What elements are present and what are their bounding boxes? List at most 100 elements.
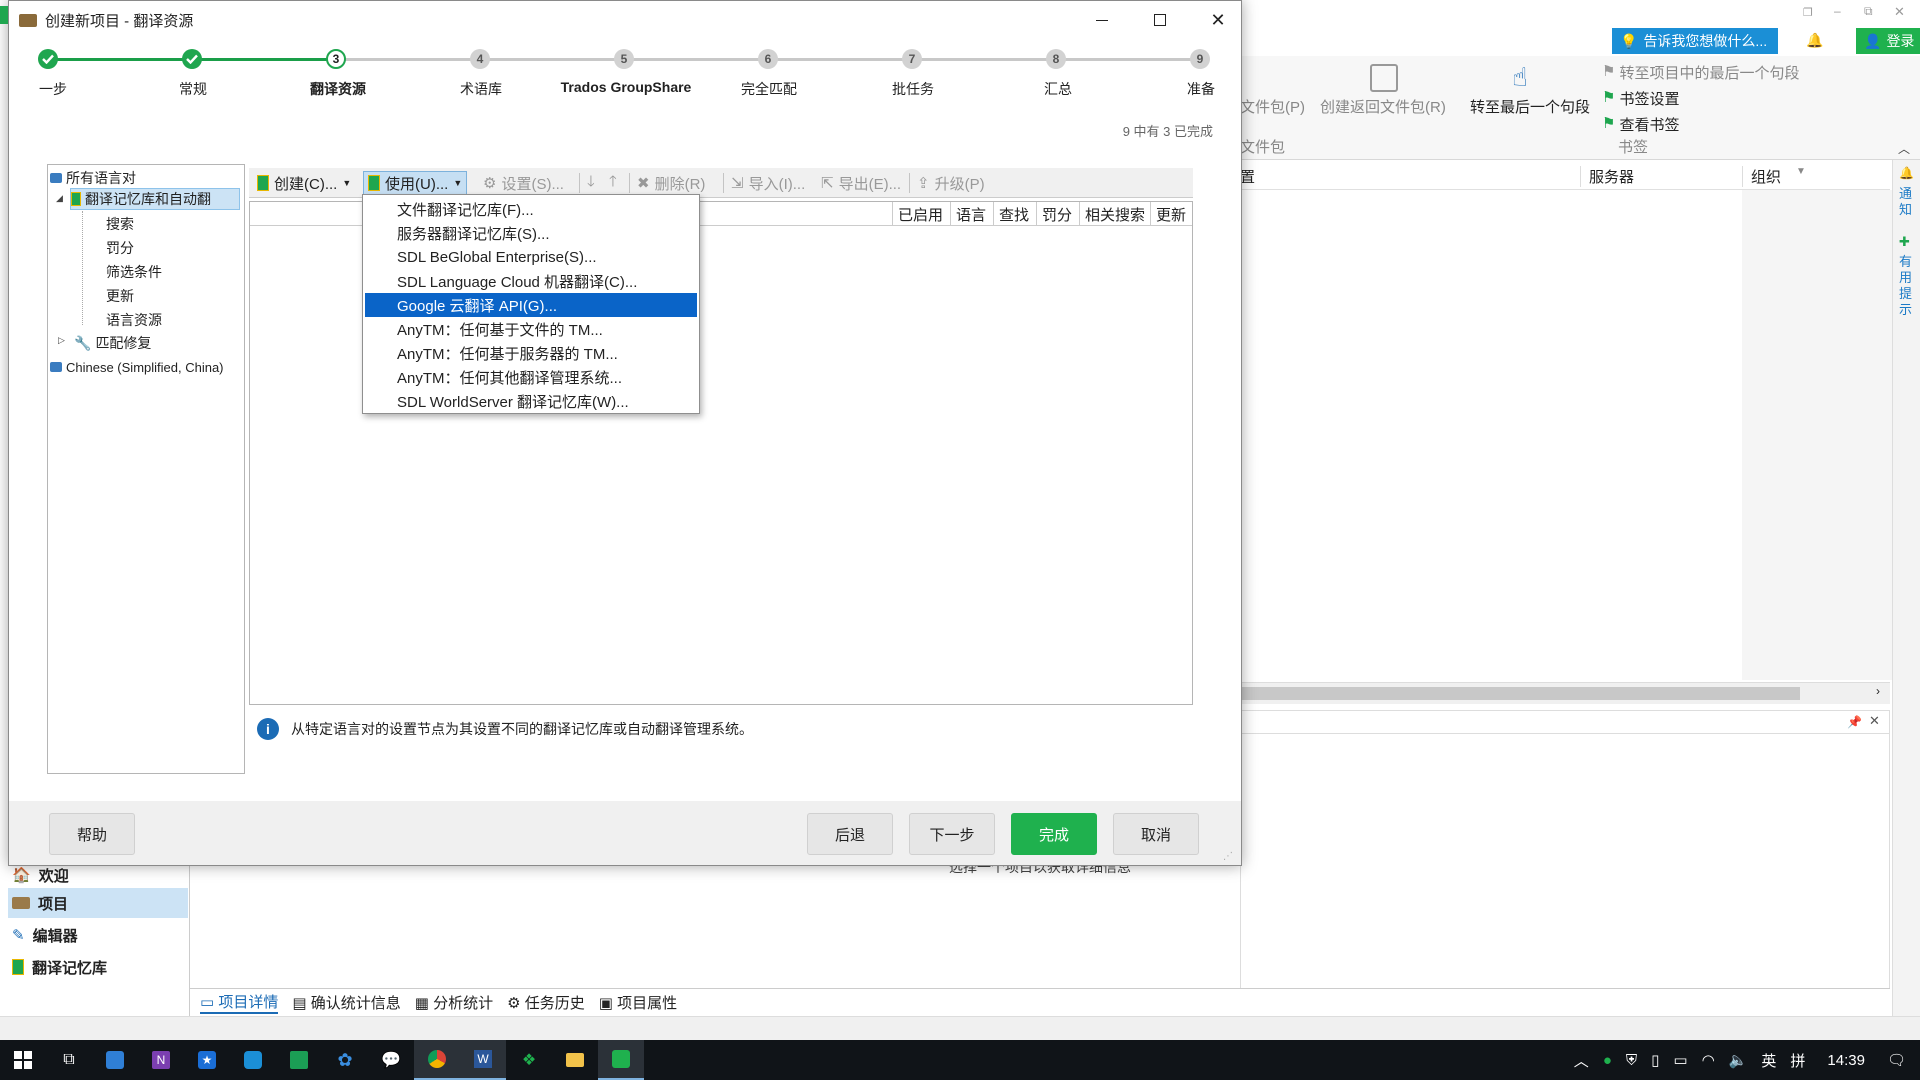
taskbar-chrome[interactable] xyxy=(414,1040,460,1080)
tell-me-search[interactable]: 💡 告诉我您想做什么... xyxy=(1612,28,1778,54)
col-enabled[interactable]: 已启用 xyxy=(892,202,948,226)
tree-all-language-pairs[interactable]: 所有语言对 xyxy=(50,167,136,189)
task-view-button[interactable]: ⧉ xyxy=(46,1040,92,1080)
taskbar-onenote[interactable]: N xyxy=(138,1040,184,1080)
import-button[interactable]: ⇲ 导入(I)... xyxy=(727,171,809,195)
menu-file-tm[interactable]: 文件翻译记忆库(F)... xyxy=(365,197,697,221)
taskbar-app-1[interactable] xyxy=(92,1040,138,1080)
menu-worldserver[interactable]: SDL WorldServer 翻译记忆库(W)... xyxy=(365,389,697,413)
bell-icon[interactable]: 🔔 xyxy=(1806,32,1823,49)
collapse-arrow-icon[interactable]: ▷ xyxy=(58,335,65,346)
scroll-right-icon[interactable]: › xyxy=(1876,684,1880,698)
cancel-button[interactable]: 取消 xyxy=(1113,813,1199,855)
taskbar-word[interactable]: W xyxy=(460,1040,506,1080)
create-button[interactable]: 创建(C)... ▼ xyxy=(253,171,355,195)
taskbar-wechat[interactable]: 💬 xyxy=(368,1040,414,1080)
taskbar-app-chat[interactable] xyxy=(230,1040,276,1080)
nav-editor[interactable]: ✎ 编辑器 xyxy=(8,920,188,950)
menu-language-cloud[interactable]: SDL Language Cloud 机器翻译(C)... xyxy=(365,269,697,293)
tray-clock[interactable]: 14:39 xyxy=(1827,1052,1865,1069)
back-button[interactable]: 后退 xyxy=(807,813,893,855)
close-icon[interactable]: ✕ xyxy=(1894,4,1916,20)
tray-volume-icon[interactable]: 🔈 xyxy=(1729,1051,1748,1069)
menu-anytm-server[interactable]: AnyTM：任何基于服务器的 TM... xyxy=(365,341,697,365)
resize-grip-icon[interactable]: ⋰ xyxy=(1223,851,1233,862)
menu-anytm-file[interactable]: AnyTM：任何基于文件的 TM... xyxy=(365,317,697,341)
collapse-ribbon-icon[interactable]: ︿ xyxy=(1898,140,1910,157)
notifications-tab[interactable]: 通知 xyxy=(1899,186,1915,218)
tab-confirm-stats[interactable]: ▤ 确认统计信息 xyxy=(292,992,400,1013)
finish-button[interactable]: 完成 xyxy=(1011,813,1097,855)
tray-expand-icon[interactable]: ︿ xyxy=(1574,1050,1589,1071)
tree-update[interactable]: 更新 xyxy=(106,285,134,307)
tree-filters[interactable]: 筛选条件 xyxy=(106,261,162,283)
close-button[interactable]: ✕ xyxy=(1189,1,1247,39)
panel-close-icon[interactable]: ✕ xyxy=(1869,713,1880,729)
taskbar-explorer[interactable] xyxy=(552,1040,598,1080)
tree-language-resources[interactable]: 语言资源 xyxy=(106,309,162,331)
tab-project-properties[interactable]: ▣ 项目属性 xyxy=(599,992,677,1013)
tray-battery-icon[interactable]: ▭ xyxy=(1673,1051,1687,1069)
tree-language-pair[interactable]: Chinese (Simplified, China) xyxy=(50,356,224,378)
tree-penalties[interactable]: 罚分 xyxy=(106,237,134,259)
maximize-button[interactable] xyxy=(1131,1,1189,39)
tips-tab[interactable]: 有用提示 xyxy=(1899,254,1915,318)
nav-tm[interactable]: 翻译记忆库 xyxy=(8,952,188,982)
taskbar-app-star[interactable]: ★ xyxy=(184,1040,230,1080)
tray-wifi-icon[interactable]: ◠ xyxy=(1702,1051,1715,1069)
start-button[interactable] xyxy=(0,1040,46,1080)
taskbar-trados[interactable] xyxy=(598,1040,644,1080)
pin-icon[interactable]: 📌 xyxy=(1847,715,1862,729)
tree-tm-and-mt[interactable]: 翻译记忆库和自动翻 xyxy=(70,188,240,210)
minimize-button[interactable] xyxy=(1073,1,1131,39)
col-concordance[interactable]: 相关搜索 xyxy=(1079,202,1150,226)
settings-button[interactable]: ⚙ 设置(S)... xyxy=(479,171,568,195)
maximize-icon[interactable]: ⧉ xyxy=(1864,4,1886,20)
grid-col-org[interactable]: 组织 xyxy=(1742,166,1781,187)
minimize-icon[interactable]: – xyxy=(1834,4,1856,20)
horizontal-scrollbar[interactable]: › xyxy=(1240,682,1890,704)
tab-task-history[interactable]: ⚙ 任务历史 xyxy=(507,992,585,1013)
menu-google-translate[interactable]: Google 云翻译 API(G)... xyxy=(365,293,697,317)
use-button[interactable]: 使用(U)... ▼ xyxy=(363,171,468,195)
restore-icon[interactable]: ❐ xyxy=(1803,6,1825,22)
tray-shield-icon[interactable]: ⛨ xyxy=(1626,1052,1637,1069)
goto-last-in-project-button[interactable]: ⚑ 转至项目中的最后一个句段 xyxy=(1602,62,1799,83)
grid-col-server[interactable]: 服务器 xyxy=(1580,166,1634,187)
action-center-icon[interactable]: 🗨 xyxy=(1887,1051,1906,1069)
help-button[interactable]: 帮助 xyxy=(49,813,135,855)
grid-col-location[interactable]: 置 xyxy=(1240,166,1255,187)
tray-wechat-icon[interactable]: ● xyxy=(1603,1052,1612,1069)
tray-usb-icon[interactable]: ▯ xyxy=(1651,1051,1659,1069)
file-pkg-button[interactable]: 文件包(P) xyxy=(1240,96,1305,117)
move-down-button[interactable]: 🡓 xyxy=(583,171,599,195)
next-button[interactable]: 下一步 xyxy=(909,813,995,855)
dropdown-arrow-icon[interactable]: ▼ xyxy=(1796,166,1806,177)
taskbar-app-green[interactable] xyxy=(276,1040,322,1080)
menu-anytm-other[interactable]: AnyTM：任何其他翻译管理系统... xyxy=(365,365,697,389)
col-lookup[interactable]: 查找 xyxy=(993,202,1034,226)
expand-arrow-icon[interactable]: ◢ xyxy=(56,193,63,204)
goto-last-segment-button[interactable]: 转至最后一个句段 xyxy=(1470,96,1590,117)
move-up-button[interactable]: 🡑 xyxy=(605,171,621,195)
bookmark-settings-button[interactable]: ⚑ 书签设置 xyxy=(1602,88,1679,109)
taskbar-app-cat[interactable]: ❖ xyxy=(506,1040,552,1080)
export-button[interactable]: ⇱ 导出(E)... xyxy=(817,171,905,195)
nav-projects[interactable]: 项目 xyxy=(8,888,188,918)
view-bookmarks-button[interactable]: ⚑ 查看书签 xyxy=(1602,114,1679,135)
menu-beglobal[interactable]: SDL BeGlobal Enterprise(S)... xyxy=(365,245,697,269)
taskbar-app-gear[interactable]: ✿ xyxy=(322,1040,368,1080)
col-language[interactable]: 语言 xyxy=(950,202,991,226)
tray-ime-lang[interactable]: 英 xyxy=(1761,1050,1776,1071)
upgrade-button[interactable]: ⇪ 升级(P) xyxy=(913,171,989,195)
scrollbar-thumb[interactable] xyxy=(1240,687,1800,700)
tab-analysis-stats[interactable]: ▦ 分析统计 xyxy=(415,992,493,1013)
delete-button[interactable]: ✖ 删除(R) xyxy=(633,171,709,195)
col-penalty[interactable]: 罚分 xyxy=(1036,202,1077,226)
tree-match-repair[interactable]: 🔧 匹配修复 xyxy=(74,332,151,354)
menu-server-tm[interactable]: 服务器翻译记忆库(S)... xyxy=(365,221,697,245)
login-button[interactable]: 👤 登录 xyxy=(1856,28,1920,54)
tab-project-details[interactable]: ▭ 项目详情 xyxy=(200,991,279,1014)
tree-search[interactable]: 搜索 xyxy=(106,213,134,235)
col-update[interactable]: 更新 xyxy=(1150,202,1191,226)
